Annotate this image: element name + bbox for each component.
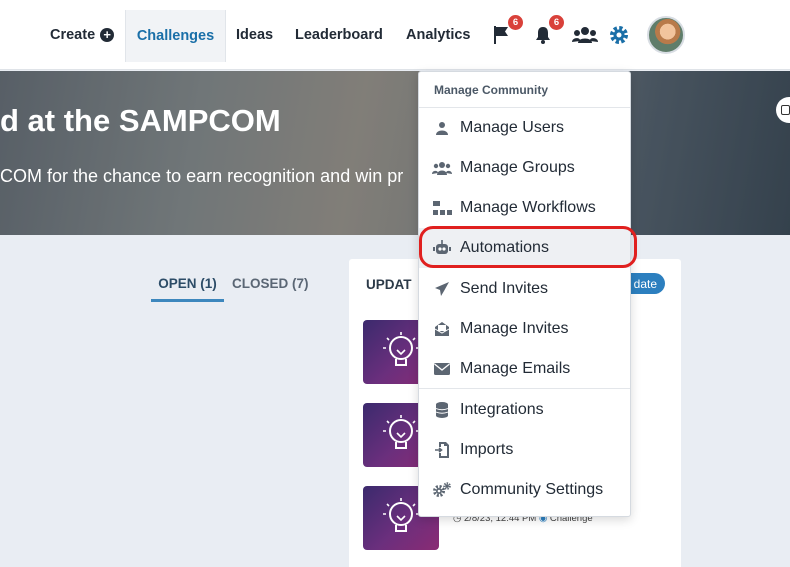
tab-open[interactable]: OPEN (1) <box>151 276 224 302</box>
menu-item-manage-invites[interactable]: Manage Invites <box>419 309 630 349</box>
menu-item-manage-groups[interactable]: Manage Groups <box>419 148 630 188</box>
notifications-badge: 6 <box>548 14 565 31</box>
workflow-icon <box>432 198 452 218</box>
menu-item-label: Imports <box>460 441 514 458</box>
hero-title: d at the SAMPCOM <box>0 103 281 138</box>
flag-button[interactable]: 6 <box>489 14 524 48</box>
nav-challenges[interactable]: Challenges <box>125 10 226 62</box>
lightbulb-icon <box>383 415 419 449</box>
nav-create-label: Create <box>50 27 96 43</box>
hero-banner: d at the SAMPCOM COM for the chance to e… <box>0 71 790 235</box>
menu-item-integrations[interactable]: Integrations <box>419 390 630 430</box>
hero-subtitle: COM for the chance to earn recognition a… <box>0 166 404 186</box>
nav-create[interactable]: Create + <box>50 0 115 70</box>
lightbulb-icon <box>383 498 419 532</box>
avatar[interactable] <box>647 16 685 54</box>
flag-badge: 6 <box>507 14 524 31</box>
gear-icon <box>610 26 628 44</box>
manage-community-menu: Manage Community Manage Users Manage Gro… <box>418 71 631 517</box>
menu-item-label: Integrations <box>460 401 544 418</box>
menu-item-label: Manage Invites <box>460 320 569 337</box>
people-icon <box>572 27 598 43</box>
database-icon <box>432 400 452 420</box>
tab-closed[interactable]: CLOSED (7) <box>232 276 309 302</box>
menu-item-label: Community Settings <box>460 481 604 498</box>
menu-item-label: Send Invites <box>460 280 549 297</box>
import-icon <box>432 440 452 460</box>
menu-item-label: Manage Groups <box>460 159 575 176</box>
top-nav: Create + Challenges Ideas Leaderboard An… <box>0 0 790 70</box>
menu-header: Manage Community <box>419 72 630 108</box>
lightbulb-icon <box>383 332 419 366</box>
updates-title: UPDAT <box>366 277 412 292</box>
settings-button[interactable] <box>606 22 632 48</box>
menu-item-send-invites[interactable]: Send Invites <box>419 269 630 309</box>
nav-ideas[interactable]: Ideas <box>236 0 273 70</box>
community-button[interactable] <box>570 22 600 48</box>
menu-divider <box>419 388 630 389</box>
paper-plane-icon <box>432 279 452 299</box>
menu-item-manage-emails[interactable]: Manage Emails <box>419 349 630 389</box>
edit-banner-button[interactable] <box>776 97 790 123</box>
automations-highlight <box>419 226 637 268</box>
menu-item-imports[interactable]: Imports <box>419 430 630 470</box>
users-icon <box>432 158 452 178</box>
nav-leaderboard[interactable]: Leaderboard <box>295 0 383 70</box>
gears-icon <box>432 480 452 500</box>
envelope-icon <box>432 359 452 379</box>
menu-item-label: Manage Workflows <box>460 199 596 216</box>
envelope-open-icon <box>432 319 452 339</box>
menu-item-community-settings[interactable]: Community Settings <box>419 470 630 510</box>
plus-circle-icon: + <box>100 28 115 42</box>
menu-item-label: Manage Users <box>460 119 565 136</box>
nav-analytics[interactable]: Analytics <box>406 0 470 70</box>
user-icon <box>432 118 452 138</box>
menu-item-manage-workflows[interactable]: Manage Workflows <box>419 188 630 228</box>
notifications-button[interactable]: 6 <box>530 14 565 48</box>
menu-item-manage-users[interactable]: Manage Users <box>419 108 630 148</box>
menu-item-label: Manage Emails <box>460 360 571 377</box>
